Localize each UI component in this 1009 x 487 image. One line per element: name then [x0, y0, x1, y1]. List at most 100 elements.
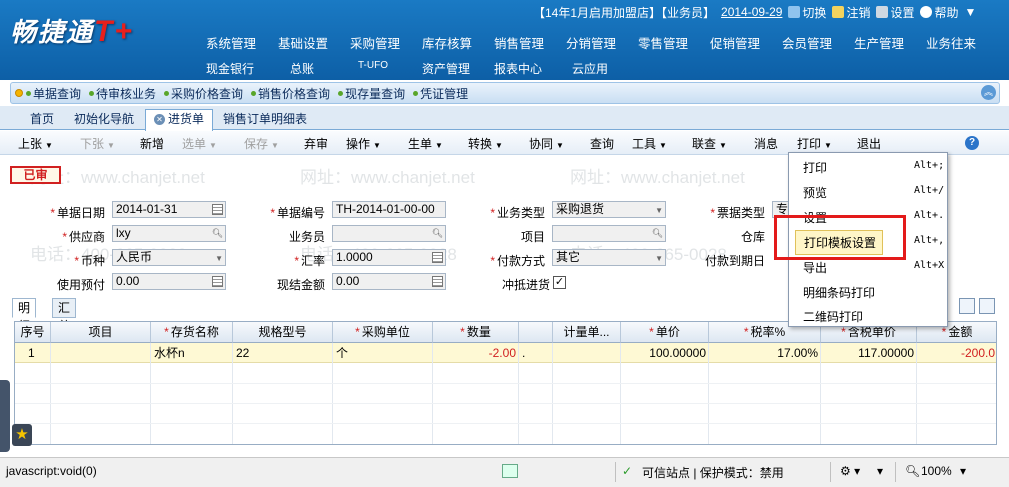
- help-button[interactable]: 帮助: [920, 4, 958, 21]
- next-button[interactable]: 下张 ▼: [80, 135, 115, 152]
- collaborate-button[interactable]: 协同 ▼: [529, 135, 564, 152]
- cell-extra[interactable]: .: [519, 344, 553, 363]
- cell-project[interactable]: [51, 344, 151, 363]
- switch-button[interactable]: 切换: [788, 4, 826, 21]
- menu-item[interactable]: 采购管理: [350, 33, 422, 52]
- add-button[interactable]: 新增: [140, 135, 164, 152]
- save-layout-icon[interactable]: [979, 298, 995, 314]
- zoom-icon[interactable]: 🔍︎: [905, 464, 920, 478]
- doc-date-field[interactable]: 2014-01-31: [112, 201, 226, 218]
- col-header[interactable]: * 存货名称: [151, 322, 233, 343]
- quick-link[interactable]: 单据查询: [15, 85, 81, 102]
- cell-measure[interactable]: [553, 344, 621, 363]
- cell-quantity[interactable]: -2.00: [433, 344, 519, 363]
- save-button[interactable]: 保存 ▼: [244, 135, 279, 152]
- quick-link[interactable]: 销售价格查询: [251, 85, 330, 102]
- calculator-icon[interactable]: [432, 252, 443, 263]
- quick-link[interactable]: 待审核业务: [89, 85, 156, 102]
- calculator-icon[interactable]: [212, 276, 223, 287]
- search-icon[interactable]: 🔍︎: [211, 227, 224, 240]
- tab-purchase-in[interactable]: ✕ 进货单: [145, 109, 214, 131]
- project-field[interactable]: 🔍︎: [552, 225, 666, 242]
- menu-item[interactable]: 总账: [290, 60, 358, 77]
- logout-button[interactable]: 注销: [832, 4, 870, 21]
- pay-method-select[interactable]: 其它 ▼: [552, 249, 666, 266]
- cell-amount[interactable]: -200.0: [917, 344, 996, 363]
- doc-no-field[interactable]: TH-2014-01-00-00: [332, 201, 446, 218]
- compat-icon[interactable]: ▾: [877, 464, 883, 478]
- menu-item[interactable]: 系统管理: [206, 33, 278, 52]
- menu-item[interactable]: 销售管理: [494, 33, 566, 52]
- subtab-summary[interactable]: 汇总: [52, 298, 77, 333]
- menu-item[interactable]: 报表中心: [494, 60, 572, 77]
- rate-field[interactable]: 1.0000: [332, 249, 446, 266]
- cell-tax-rate[interactable]: 17.00%: [709, 344, 821, 363]
- cash-amount-field[interactable]: 0.00: [332, 273, 446, 290]
- calculator-icon[interactable]: [432, 276, 443, 287]
- search-icon[interactable]: 🔍︎: [431, 227, 444, 240]
- protected-mode-icon[interactable]: ⚙ ▾: [840, 464, 860, 478]
- login-date[interactable]: 2014-09-29: [721, 5, 782, 19]
- linkquery-button[interactable]: 联查 ▼: [692, 135, 727, 152]
- menu-item-print[interactable]: 打印: [803, 159, 827, 176]
- salesman-field[interactable]: 🔍︎: [332, 225, 446, 242]
- col-header[interactable]: 规格型号: [233, 322, 333, 343]
- biz-type-select[interactable]: 采购退货 ▼: [552, 201, 666, 218]
- cell-index[interactable]: 1: [25, 344, 51, 363]
- menu-item[interactable]: 库存核算: [422, 33, 494, 52]
- operate-button[interactable]: 操作 ▼: [346, 135, 381, 152]
- menu-item[interactable]: 会员管理: [782, 33, 854, 52]
- col-header[interactable]: [519, 322, 553, 343]
- menu-item[interactable]: 云应用: [572, 60, 632, 77]
- menu-item[interactable]: 业务往来: [926, 33, 998, 52]
- settings-button[interactable]: 设置: [876, 4, 914, 21]
- print-button[interactable]: 打印 ▼: [797, 135, 832, 152]
- message-button[interactable]: 消息: [754, 135, 778, 152]
- cell-item-name[interactable]: 水杯n: [151, 344, 233, 363]
- cell-tax-price[interactable]: 117.00000: [821, 344, 917, 363]
- col-header[interactable]: 序号: [15, 322, 51, 343]
- generate-button[interactable]: 生单 ▼: [408, 135, 443, 152]
- cell-unit[interactable]: 个: [333, 344, 433, 363]
- convert-button[interactable]: 转换 ▼: [468, 135, 503, 152]
- menu-item[interactable]: T-UFO: [358, 60, 422, 77]
- exit-button[interactable]: 退出: [857, 135, 881, 152]
- quick-link[interactable]: 采购价格查询: [164, 85, 243, 102]
- cell-spec[interactable]: 22: [233, 344, 333, 363]
- supplier-field[interactable]: lxy 🔍︎: [112, 225, 226, 242]
- currency-select[interactable]: 人民币 ▼: [112, 249, 226, 266]
- close-tab-icon[interactable]: ✕: [154, 114, 165, 126]
- abandon-audit-button[interactable]: 弃审: [304, 135, 328, 152]
- side-panel-handle[interactable]: [0, 380, 10, 452]
- prev-button[interactable]: 上张 ▼: [18, 135, 53, 152]
- menu-item-preview[interactable]: 预览: [803, 184, 827, 201]
- zoom-level[interactable]: 100%: [921, 464, 952, 478]
- menu-item-qrcode-print[interactable]: 二维码打印: [803, 308, 863, 325]
- col-header[interactable]: 计量单...: [553, 322, 621, 343]
- cell-price[interactable]: 100.00000: [621, 344, 709, 363]
- menu-item[interactable]: 分销管理: [566, 33, 638, 52]
- zoom-dropdown-icon[interactable]: ▾: [960, 464, 966, 478]
- collapse-up-icon[interactable]: ︽: [981, 85, 996, 100]
- col-header[interactable]: * 采购单位: [333, 322, 433, 343]
- col-header[interactable]: * 单价: [621, 322, 709, 343]
- select-button[interactable]: 选单 ▼: [182, 135, 217, 152]
- menu-item[interactable]: 生产管理: [854, 33, 926, 52]
- tab-home[interactable]: 首页: [22, 110, 62, 130]
- tools-button[interactable]: 工具 ▼: [632, 135, 667, 152]
- col-header[interactable]: 项目: [51, 322, 151, 343]
- col-header[interactable]: * 数量: [433, 322, 519, 343]
- quick-link[interactable]: 凭证管理: [413, 85, 468, 102]
- prepaid-field[interactable]: 0.00: [112, 273, 226, 290]
- menu-item-export[interactable]: 导出: [803, 259, 827, 276]
- menu-item[interactable]: 促销管理: [710, 33, 782, 52]
- menu-dropdown-icon[interactable]: ▼: [964, 5, 976, 19]
- menu-item-barcode-print[interactable]: 明细条码打印: [803, 284, 875, 301]
- subtab-detail[interactable]: 明细: [12, 298, 37, 333]
- tab-sales-detail[interactable]: 销售订单明细表: [215, 110, 315, 130]
- menu-item[interactable]: 资产管理: [422, 60, 494, 77]
- calendar-icon[interactable]: [212, 204, 223, 215]
- column-chart-icon[interactable]: [959, 298, 975, 314]
- menu-item[interactable]: 基础设置: [278, 33, 350, 52]
- offset-checkbox[interactable]: ✓: [553, 276, 566, 289]
